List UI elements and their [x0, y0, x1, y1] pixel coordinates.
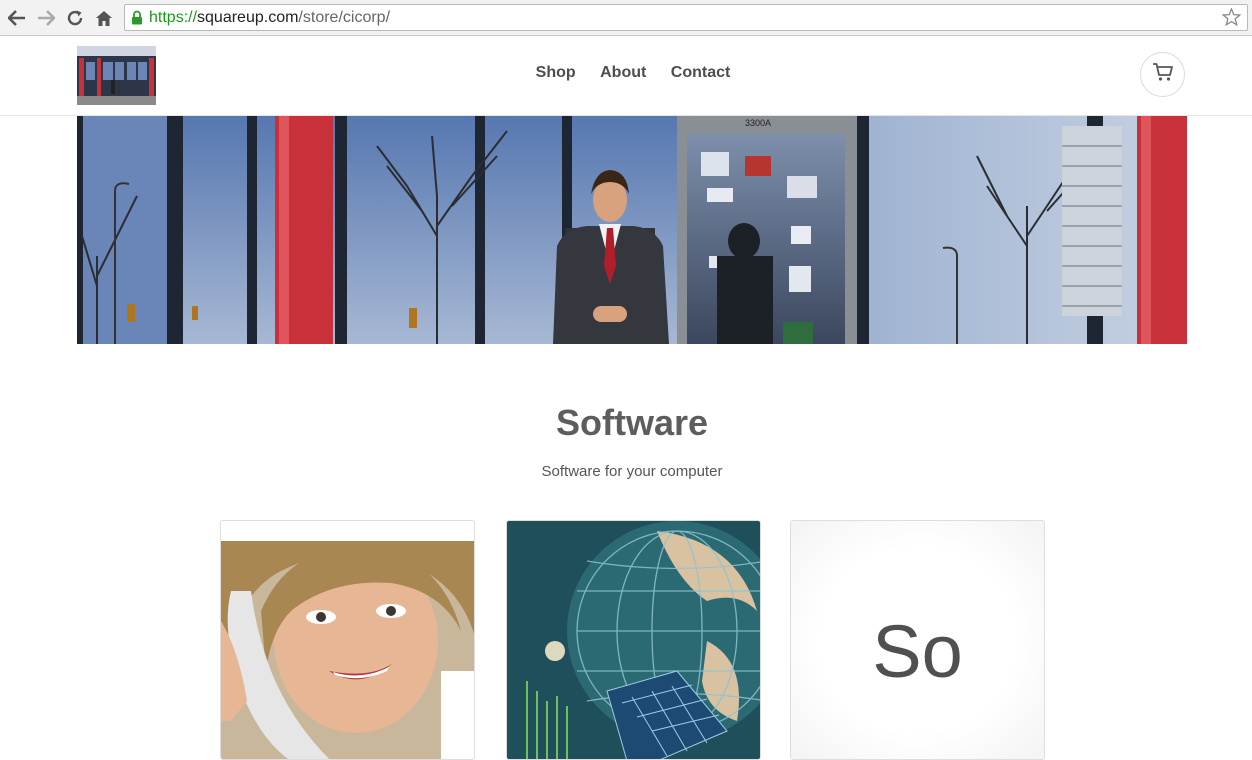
url-path: /store/cicorp/: [298, 9, 391, 26]
home-icon[interactable]: [93, 7, 115, 29]
lock-icon: [131, 10, 143, 30]
nav-link-about[interactable]: About: [600, 64, 646, 82]
product-card[interactable]: So: [790, 520, 1045, 760]
browser-toolbar: https://squareup.com/store/cicorp/: [0, 0, 1252, 36]
reload-icon[interactable]: [64, 7, 86, 29]
back-arrow-icon[interactable]: [6, 7, 28, 29]
store-header: Shop About Contact: [0, 36, 1252, 116]
bookmark-star-icon[interactable]: [1221, 7, 1242, 31]
category-title: Software: [555, 402, 709, 443]
cart-button[interactable]: [1140, 52, 1185, 97]
url-scheme: https://: [149, 9, 198, 26]
forward-arrow-icon[interactable]: [35, 7, 57, 29]
url-domain: squareup.com: [197, 9, 299, 26]
nav-link-shop[interactable]: Shop: [536, 64, 576, 82]
main-nav: Shop About Contact: [0, 64, 1252, 82]
svg-text:3300A: 3300A: [745, 118, 771, 128]
address-bar[interactable]: https://squareup.com/store/cicorp/: [124, 4, 1248, 31]
hero-banner-image: 3300A: [77, 116, 1187, 344]
placeholder-initials: So: [872, 610, 963, 693]
url-text: https://squareup.com/store/cicorp/: [149, 9, 390, 27]
category-subtitle: Software for your computer: [541, 463, 723, 480]
globe-network-photo: [507, 521, 760, 759]
cart-icon: [1152, 62, 1174, 87]
product-card[interactable]: [506, 520, 761, 760]
nav-link-contact[interactable]: Contact: [671, 64, 731, 82]
product-card[interactable]: [220, 520, 475, 760]
woman-on-phone-photo: [221, 521, 474, 759]
